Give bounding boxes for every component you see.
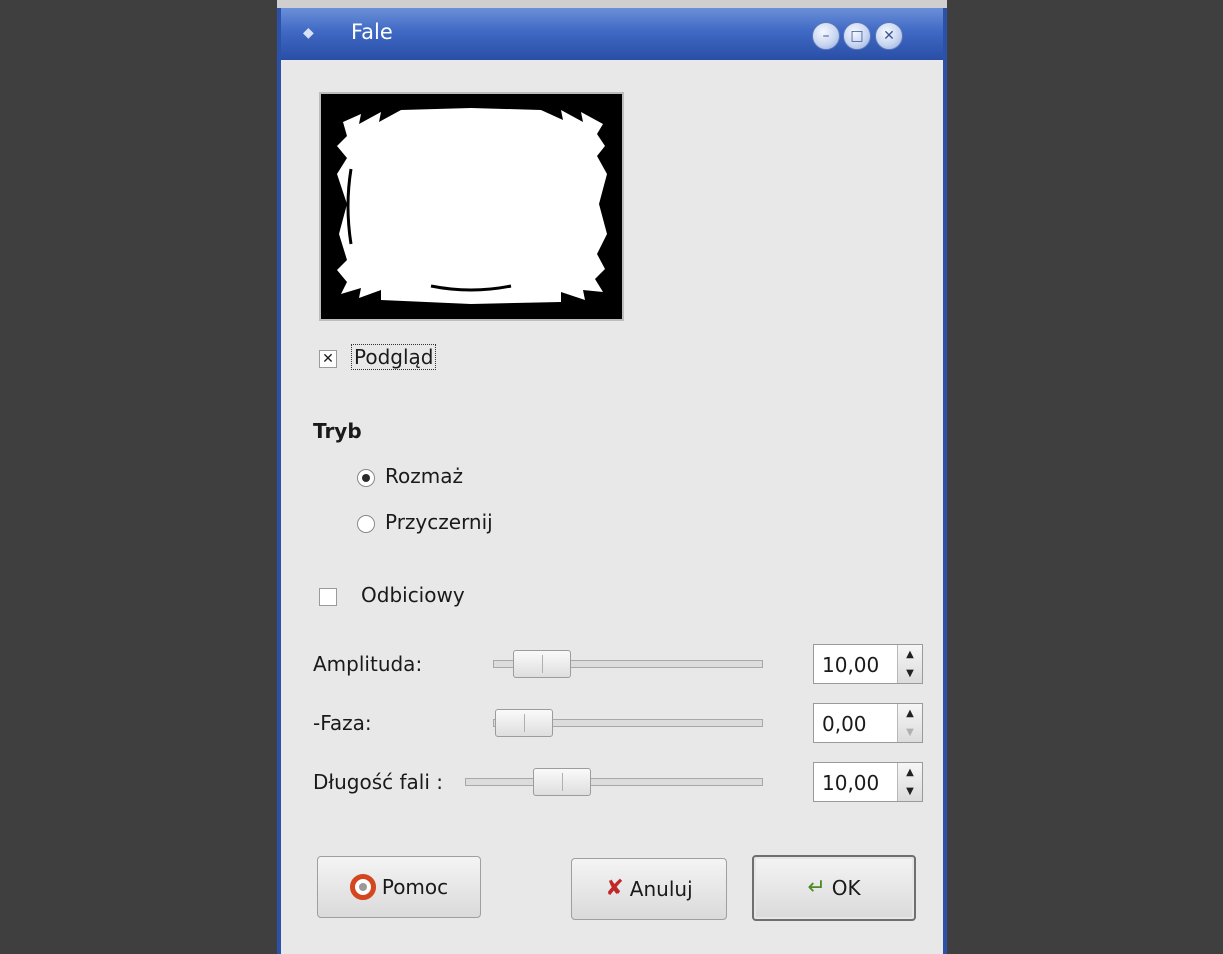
phase-slider-thumb[interactable] [495,709,553,737]
preview-checkbox-label[interactable]: Podgląd [351,344,437,370]
titlebar[interactable]: ◆ Fale – □ ✕ [281,8,943,60]
help-button[interactable]: Pomoc [317,856,481,918]
amplitude-row: Amplituda: 10,00 ▲ ▼ [313,644,923,684]
wavelength-spinbox[interactable]: 10,00 ▲ ▼ [813,762,923,802]
amplitude-label: Amplituda: [313,652,423,676]
amplitude-value[interactable]: 10,00 [822,653,879,677]
close-button[interactable]: ✕ [875,22,903,50]
wave-preview-graphic [337,108,607,304]
spin-down-icon[interactable]: ▼ [898,664,922,683]
lifebuoy-icon [349,874,376,900]
radio-blacken[interactable] [357,515,375,533]
wavelength-label: Długość fali : [313,770,443,794]
app-icon[interactable]: ◆ [303,26,323,40]
amplitude-spin-buttons[interactable]: ▲ ▼ [897,645,922,683]
spin-up-icon[interactable]: ▲ [898,763,922,782]
phase-spinbox[interactable]: 0,00 ▲ ▼ [813,703,923,743]
window-title: Fale [351,20,393,44]
mode-heading: Tryb [313,419,362,443]
cancel-x-icon: ✘ [605,876,624,901]
phase-label: -Faza: [313,711,372,735]
amplitude-spinbox[interactable]: 10,00 ▲ ▼ [813,644,923,684]
desktop-backdrop-right [947,0,1223,954]
minimize-icon: – [822,28,830,44]
reflective-label[interactable]: Odbiciowy [361,583,465,607]
cancel-button[interactable]: ✘ Anuluj [571,858,727,920]
radio-smear-label[interactable]: Rozmaż [385,464,463,488]
phase-spin-buttons[interactable]: ▲ ▼ [897,704,922,742]
wavelength-row: Długość fali : 10,00 ▲ ▼ [313,762,923,802]
checkmark-icon: ✕ [322,351,334,367]
wavelength-slider-thumb[interactable] [533,768,591,796]
cancel-button-label: Anuluj [629,877,693,901]
ok-arrow-icon: ↵ [807,875,826,900]
preview-image [319,92,624,321]
ok-button-label: OK [831,876,861,900]
phase-row: -Faza: 0,00 ▲ ▼ [313,703,923,743]
wavelength-slider-track[interactable] [465,778,763,786]
phase-value[interactable]: 0,00 [822,712,867,736]
fale-dialog: ◆ Fale – □ ✕ ✕ Podgląd Tryb Rozmaż Przyc… [277,8,947,954]
preview-checkbox[interactable]: ✕ [319,350,337,368]
radio-smear[interactable] [357,469,375,487]
radio-blacken-label[interactable]: Przyczernij [385,510,493,534]
help-button-label: Pomoc [381,875,449,899]
amplitude-slider-thumb[interactable] [513,650,571,678]
wavelength-spin-buttons[interactable]: ▲ ▼ [897,763,922,801]
ok-button[interactable]: ↵ OK [752,855,916,921]
spin-up-icon[interactable]: ▲ [898,645,922,664]
close-icon: ✕ [883,28,895,44]
spin-down-icon[interactable]: ▼ [898,723,922,742]
spin-down-icon[interactable]: ▼ [898,782,922,801]
wavelength-value[interactable]: 10,00 [822,771,879,795]
maximize-button[interactable]: □ [843,22,871,50]
minimize-button[interactable]: – [812,22,840,50]
desktop-backdrop-left [0,0,277,954]
maximize-icon: □ [850,28,864,44]
spin-up-icon[interactable]: ▲ [898,704,922,723]
reflective-checkbox[interactable] [319,588,337,606]
